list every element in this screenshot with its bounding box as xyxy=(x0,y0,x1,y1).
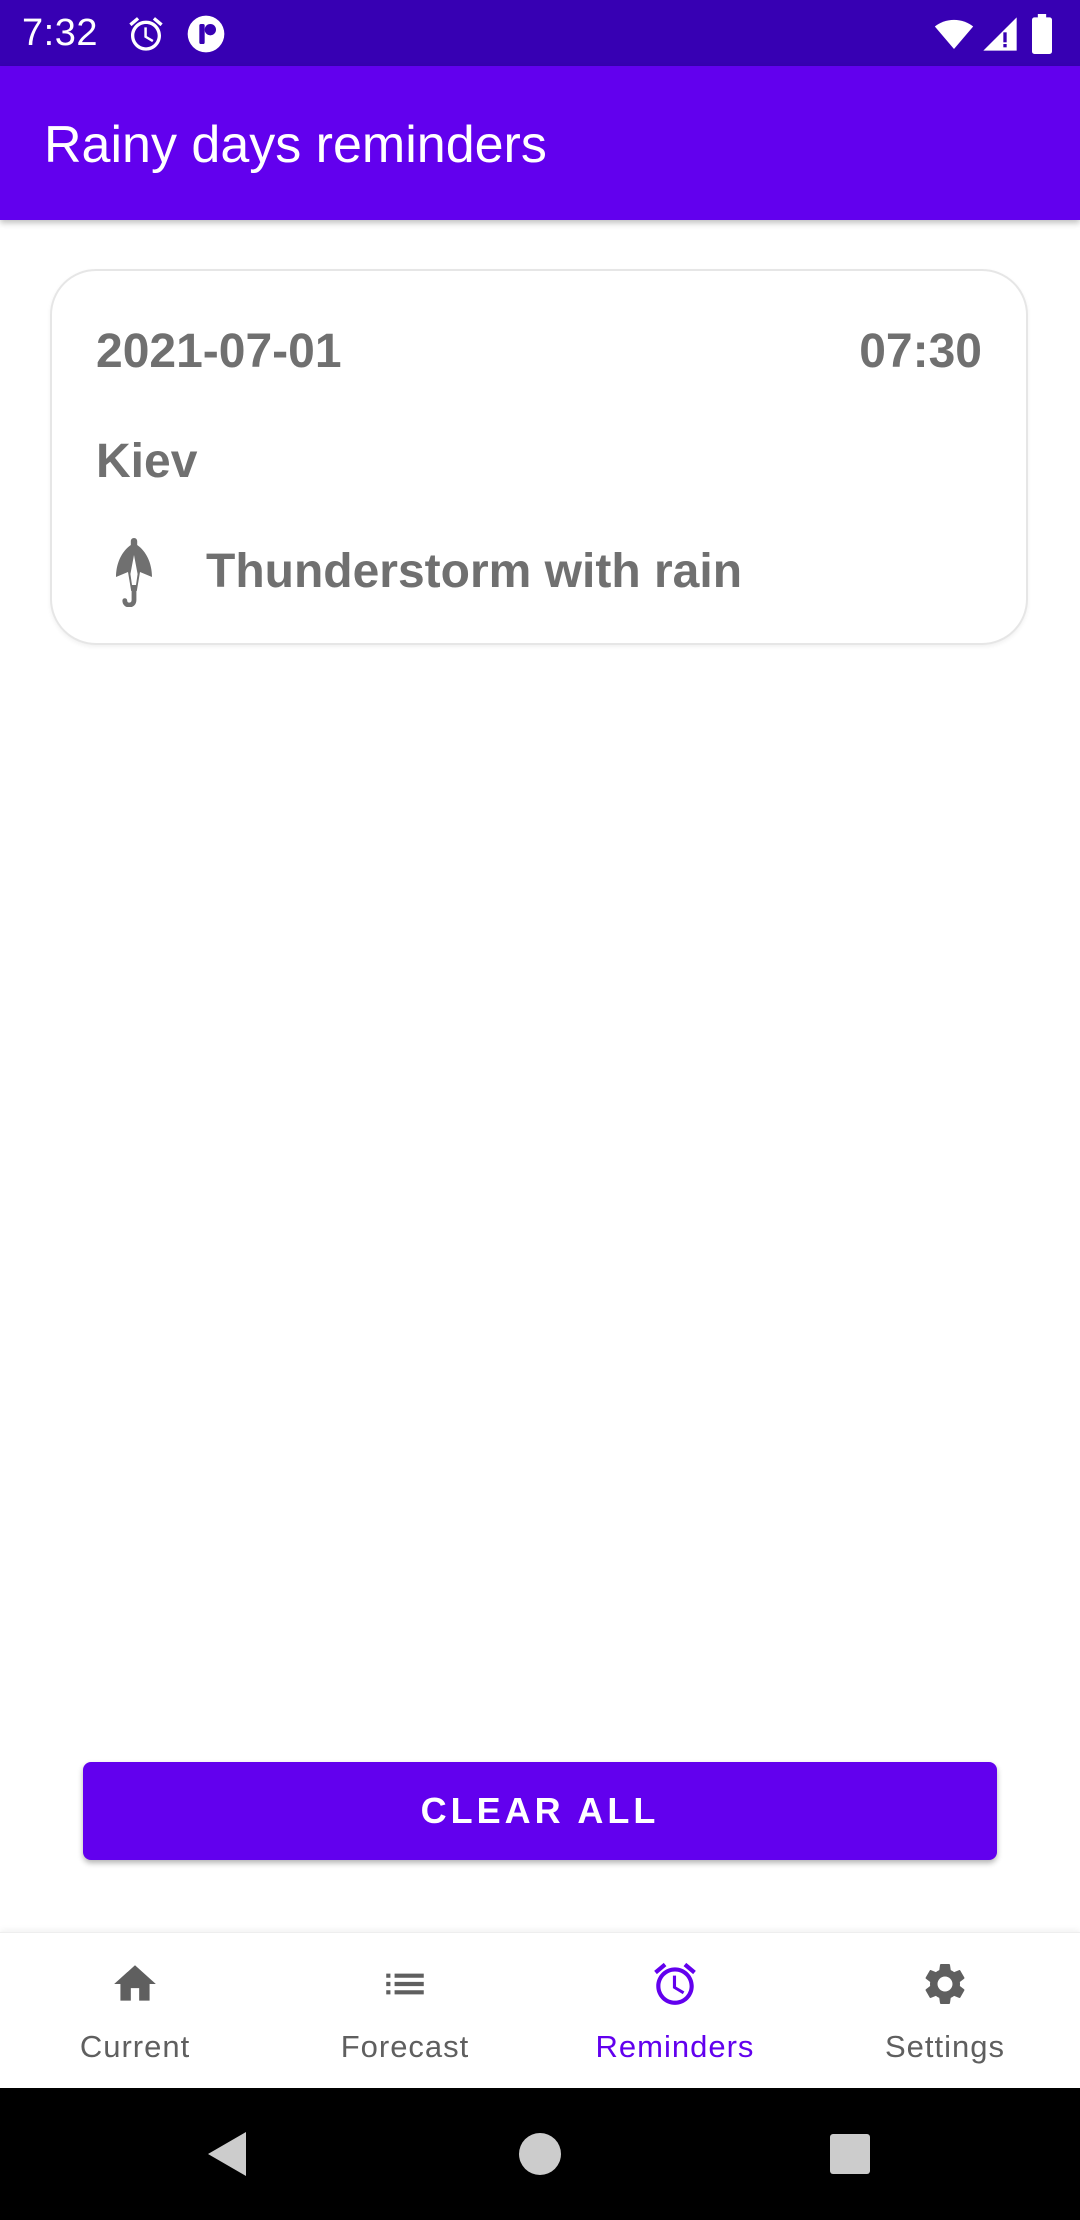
home-circle-icon[interactable] xyxy=(510,2124,570,2184)
nav-label-settings: Settings xyxy=(884,2029,1005,2064)
cell-signal-icon xyxy=(980,14,1020,54)
status-time: 7:32 xyxy=(22,12,98,54)
reminder-city: Kiev xyxy=(96,435,198,488)
alarm-icon xyxy=(650,1959,700,2009)
page-title: Rainy days reminders xyxy=(44,116,547,174)
reminder-card[interactable]: 2021-07-01 07:30 Kiev Thunderstorm with … xyxy=(50,269,1028,645)
bottom-nav: Current Forecast Reminders Settings xyxy=(0,1932,1080,2089)
back-icon[interactable] xyxy=(196,2124,256,2184)
status-bar: 7:32 xyxy=(0,0,1080,66)
wifi-icon xyxy=(934,14,974,54)
list-icon xyxy=(380,1959,430,2009)
umbrella-closed-icon xyxy=(106,537,162,607)
reminder-weather: Thunderstorm with rain xyxy=(206,545,743,598)
nav-item-current[interactable]: Current xyxy=(0,1933,270,2089)
gear-icon xyxy=(920,1959,970,2009)
battery-icon xyxy=(1028,14,1056,54)
nav-item-forecast[interactable]: Forecast xyxy=(270,1933,540,2089)
recents-icon[interactable] xyxy=(820,2124,880,2184)
nav-label-forecast: Forecast xyxy=(340,2029,470,2064)
nav-label-current: Current xyxy=(79,2029,191,2064)
home-icon xyxy=(110,1959,160,2009)
clear-all-button[interactable]: CLEAR ALL xyxy=(83,1762,997,1860)
nav-item-settings[interactable]: Settings xyxy=(810,1933,1080,2089)
reminder-time: 07:30 xyxy=(859,325,982,378)
app-notification-icon xyxy=(186,14,226,54)
reminder-date: 2021-07-01 xyxy=(96,325,342,378)
system-nav-bar xyxy=(0,2088,1080,2220)
alarm-icon xyxy=(126,14,166,54)
app-bar: Rainy days reminders xyxy=(0,66,1080,220)
nav-item-reminders[interactable]: Reminders xyxy=(540,1933,810,2089)
nav-label-reminders: Reminders xyxy=(595,2029,755,2064)
